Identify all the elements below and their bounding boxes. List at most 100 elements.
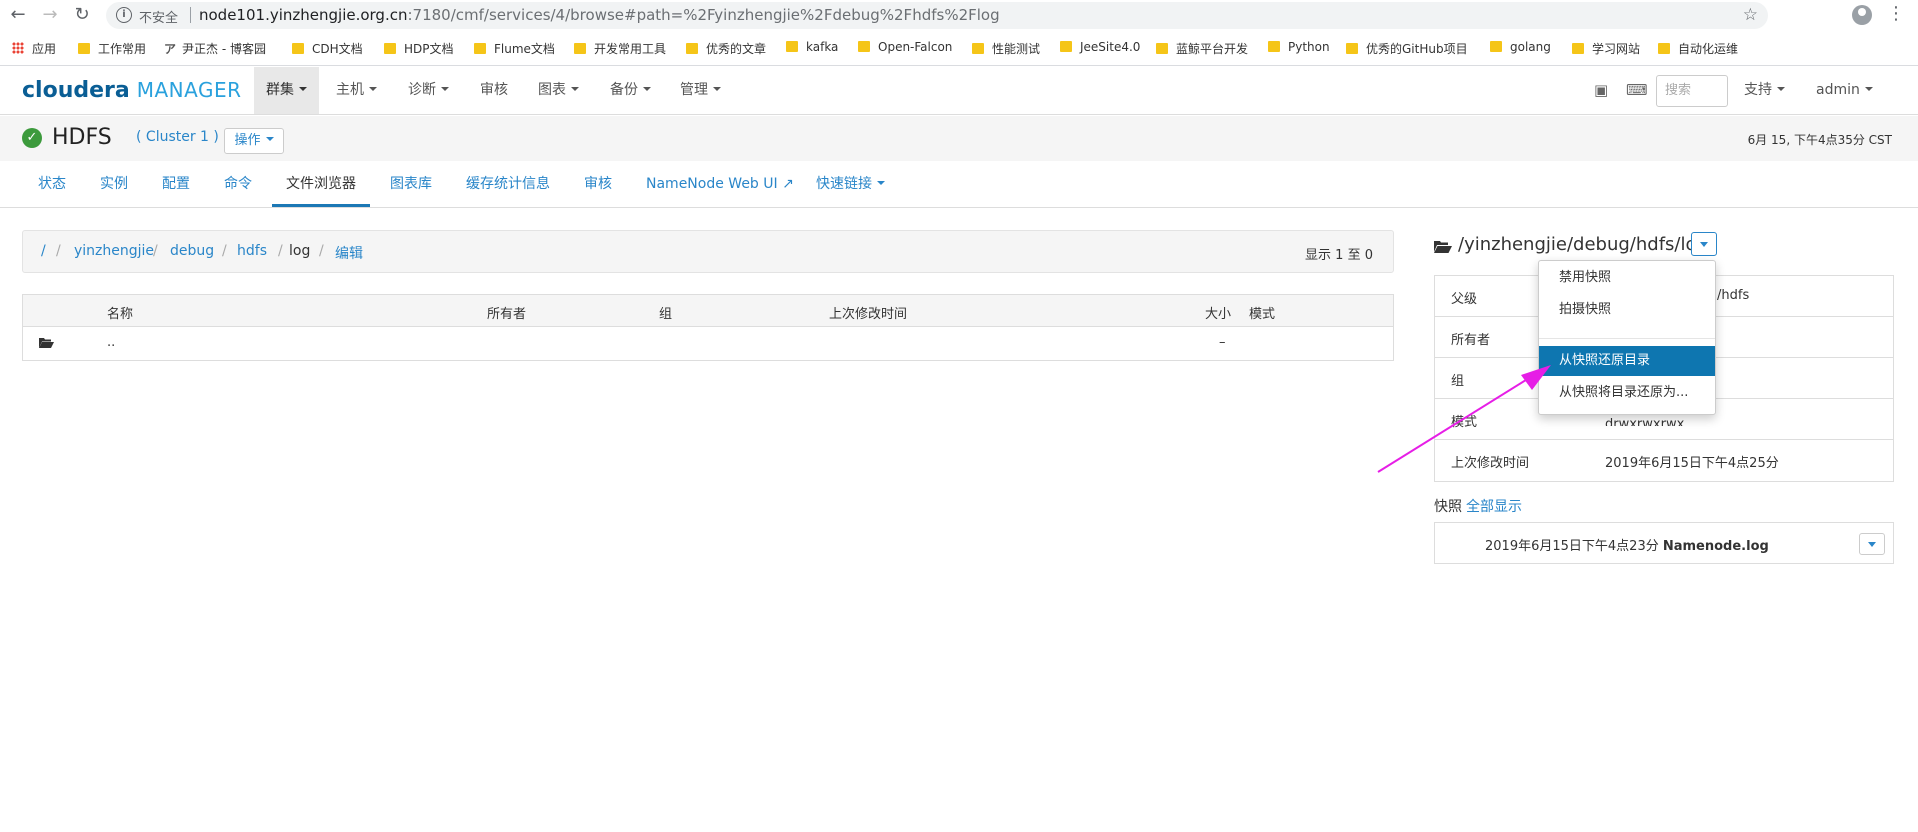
- bookmark-item[interactable]: Flume文档: [474, 40, 555, 58]
- bookmark-item[interactable]: golang: [1490, 40, 1551, 58]
- folder-icon: [686, 43, 698, 54]
- menu-label: 图表: [538, 82, 566, 98]
- cluster-link[interactable]: ( Cluster 1 ): [136, 129, 219, 145]
- tab-quick-links[interactable]: 快速链接: [802, 161, 899, 207]
- bookmark-item[interactable]: Python: [1268, 40, 1330, 58]
- bookmark-item[interactable]: 蓝鲸平台开发: [1156, 40, 1248, 58]
- breadcrumb-yinzhengjie[interactable]: yinzhengjie: [74, 243, 154, 259]
- actions-button[interactable]: 操作: [224, 128, 284, 154]
- running-commands-icon[interactable]: ⌨: [1626, 81, 1648, 99]
- column-owner[interactable]: 所有者: [487, 303, 526, 322]
- menu-item-take-snapshot[interactable]: 拍摄快照: [1539, 295, 1715, 325]
- menu-charts[interactable]: 图表: [526, 67, 591, 114]
- bookmark-star-icon[interactable]: ☆: [1743, 5, 1758, 25]
- snapshot-text: 2019年6月15日下午4点23分 Namenode.log: [1485, 535, 1769, 554]
- bookmark-label: HDP文档: [404, 42, 454, 56]
- menu-item-restore-as[interactable]: 从快照将目录还原为...: [1539, 378, 1715, 408]
- cloudera-logo[interactable]: cloudera MANAGER: [22, 78, 242, 103]
- address-bar[interactable]: i 不安全 node101.yinzhengjie.org.cn:7180/cm…: [106, 2, 1768, 29]
- tab-cache-stats[interactable]: 缓存统计信息: [452, 161, 564, 207]
- tab-chart-library[interactable]: 图表库: [376, 161, 446, 207]
- bookmark-item[interactable]: 优秀的GitHub项目: [1346, 40, 1468, 58]
- menu-label: 支持: [1744, 82, 1772, 98]
- forward-icon[interactable]: →: [40, 5, 60, 25]
- bookmark-item[interactable]: ア尹正杰 - 博客园: [164, 40, 266, 58]
- snapshots-label: 快照: [1434, 499, 1462, 515]
- snapshot-actions-button[interactable]: [1859, 533, 1885, 555]
- menu-label: admin: [1816, 82, 1860, 98]
- file-table: 名称 所有者 组 上次修改时间 大小 模式 .. –: [22, 294, 1394, 361]
- show-all-link[interactable]: 全部显示: [1466, 499, 1522, 515]
- tab-audits[interactable]: 审核: [570, 161, 626, 207]
- folder-open-icon: [1434, 241, 1452, 253]
- folder-icon: [786, 41, 798, 52]
- property-value: 2019年6月15日下午4点25分: [1605, 456, 1779, 471]
- bookmark-item[interactable]: 开发常用工具: [574, 40, 666, 58]
- bookmark-item[interactable]: CDH文档: [292, 40, 363, 58]
- bookmark-item[interactable]: JeeSite4.0: [1060, 40, 1140, 58]
- table-row[interactable]: .. –: [23, 327, 1393, 360]
- property-value: drwxrwxrwx: [1605, 417, 1685, 432]
- column-mode[interactable]: 模式: [1249, 303, 1275, 322]
- url-path: :7180/cmf/services/4/browse#path=%2Fyinz…: [407, 6, 1000, 24]
- reload-icon[interactable]: ↻: [72, 5, 92, 25]
- breadcrumb-hdfs[interactable]: hdfs: [237, 243, 267, 259]
- menu-item-restore-from-snapshot[interactable]: 从快照还原目录: [1539, 346, 1715, 376]
- menu-clusters[interactable]: 群集: [254, 67, 319, 114]
- url-text[interactable]: node101.yinzhengjie.org.cn:7180/cmf/serv…: [199, 6, 1000, 24]
- bookmark-item[interactable]: Open-Falcon: [858, 40, 952, 58]
- server-time: 6月 15, 下午4点35分 CST: [1747, 133, 1892, 147]
- breadcrumb-debug[interactable]: debug: [170, 243, 214, 259]
- back-icon[interactable]: ←: [8, 5, 28, 25]
- menu-backup[interactable]: 备份: [598, 67, 663, 114]
- property-key: 上次修改时间: [1451, 456, 1530, 471]
- menu-diagnostics[interactable]: 诊断: [396, 67, 461, 114]
- browser-toolbar: ← → ↻ i 不安全 node101.yinzhengjie.org.cn:7…: [0, 0, 1918, 31]
- bookmark-item[interactable]: 自动化运维: [1658, 40, 1738, 58]
- parcel-icon[interactable]: ▣: [1594, 81, 1608, 99]
- bookmark-label: 工作常用: [98, 42, 147, 56]
- caret-down-icon: [877, 181, 885, 185]
- menu-item-disable-snapshots[interactable]: 禁用快照: [1539, 263, 1715, 293]
- column-group[interactable]: 组: [659, 303, 672, 322]
- service-name: HDFS: [52, 125, 112, 150]
- tab-namenode-web-ui[interactable]: NameNode Web UI ↗: [632, 161, 808, 207]
- column-modified[interactable]: 上次修改时间: [829, 303, 907, 322]
- column-size[interactable]: 大小: [1205, 303, 1231, 322]
- bookmark-item[interactable]: kafka: [786, 40, 838, 58]
- bookmark-item[interactable]: 性能测试: [972, 40, 1040, 58]
- path-actions-dropdown-button[interactable]: [1691, 232, 1717, 256]
- bookmark-item[interactable]: 工作常用: [78, 40, 146, 58]
- tab-instances[interactable]: 实例: [86, 161, 142, 207]
- bookmark-item[interactable]: 优秀的文章: [686, 40, 766, 58]
- menu-support[interactable]: 支持: [1732, 67, 1797, 114]
- bookmark-item[interactable]: HDP文档: [384, 40, 454, 58]
- current-path: /yinzhengjie/debug/hdfs/log: [1458, 234, 1708, 255]
- menu-hosts[interactable]: 主机: [324, 67, 389, 114]
- info-icon[interactable]: i: [116, 7, 132, 23]
- menu-label: 群集: [266, 82, 294, 98]
- breadcrumb-log: log: [289, 243, 311, 259]
- menu-user[interactable]: admin: [1804, 67, 1885, 114]
- external-link-icon: ↗: [782, 176, 794, 192]
- search-input[interactable]: 搜索: [1656, 75, 1728, 107]
- column-name[interactable]: 名称: [107, 303, 133, 322]
- bookmark-apps[interactable]: 应用: [12, 40, 56, 58]
- tab-file-browser[interactable]: 文件浏览器: [272, 161, 370, 207]
- tab-status[interactable]: 状态: [24, 161, 80, 207]
- browser-menu-icon[interactable]: ⋮: [1887, 4, 1905, 24]
- tab-configuration[interactable]: 配置: [148, 161, 204, 207]
- bookmark-label: Open-Falcon: [878, 40, 953, 54]
- menu-audit[interactable]: 审核: [468, 67, 520, 114]
- bookmark-item[interactable]: 学习网站: [1572, 40, 1640, 58]
- breadcrumb-root[interactable]: /: [41, 243, 46, 259]
- property-row: 上次修改时间 2019年6月15日下午4点25分: [1435, 440, 1893, 481]
- bookmark-label: 自动化运维: [1678, 42, 1739, 56]
- folder-icon: [574, 43, 586, 54]
- profile-avatar[interactable]: [1852, 5, 1872, 25]
- menu-admin[interactable]: 管理: [668, 67, 733, 114]
- breadcrumb-edit-link[interactable]: 编辑: [335, 243, 363, 263]
- file-name-link[interactable]: ..: [107, 335, 115, 350]
- tab-commands[interactable]: 命令: [210, 161, 266, 207]
- health-ok-icon: ✓: [22, 128, 42, 148]
